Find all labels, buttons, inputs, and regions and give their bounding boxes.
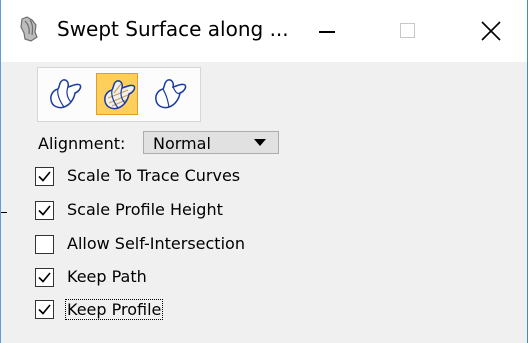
divider-tick [1,212,7,213]
alignment-dropdown[interactable]: Normal [143,131,279,154]
close-icon [481,21,501,41]
maximize-button[interactable] [383,0,441,62]
surface-filled-icon [104,80,136,110]
title-bar[interactable]: Swept Surface along ... [1,0,527,62]
option-scale-profile-height[interactable]: Scale Profile Height [35,196,335,224]
option-label: Keep Profile [65,299,164,320]
dialog-window: Swept Surface along ... Alignment: Norma… [0,0,528,343]
minimize-icon [319,31,335,33]
checkbox[interactable] [35,300,54,319]
maximize-icon [400,23,415,38]
option-label: Keep Path [67,267,147,286]
chevron-down-icon [254,139,266,146]
close-button[interactable] [463,0,521,62]
alignment-label: Alignment: [38,134,126,153]
swept-surface-app-icon [18,15,40,43]
minimize-button[interactable] [303,0,361,62]
checkbox[interactable] [35,167,54,186]
alignment-value: Normal [153,134,211,153]
option-keep-path[interactable]: Keep Path [35,263,335,291]
checkmark-icon [38,272,51,283]
mode-3-button[interactable] [148,73,190,115]
checkbox[interactable] [35,201,54,220]
checkmark-icon [38,171,51,182]
window-title: Swept Surface along ... [57,17,289,41]
option-keep-profile[interactable]: Keep Profile [35,295,335,323]
checkmark-icon [38,205,51,216]
surface-outline-icon [50,79,82,109]
option-allow-self-intersection[interactable]: Allow Self-Intersection [35,230,335,258]
option-scale-to-trace-curves[interactable]: Scale To Trace Curves [35,162,335,190]
mode-1-button[interactable] [43,73,85,115]
option-label: Scale To Trace Curves [67,166,241,185]
checkbox[interactable] [35,268,54,287]
checkbox[interactable] [35,235,54,254]
checkmark-icon [38,304,51,315]
option-label: Allow Self-Intersection [67,234,245,253]
alignment-row: Alignment: Normal [38,129,298,155]
dialog-content: Alignment: Normal Scale To Trace Curves … [1,62,527,343]
mode-toolbar [37,67,201,122]
option-label: Scale Profile Height [67,200,223,219]
surface-outline-icon [155,79,187,109]
mode-2-button[interactable] [96,73,138,115]
